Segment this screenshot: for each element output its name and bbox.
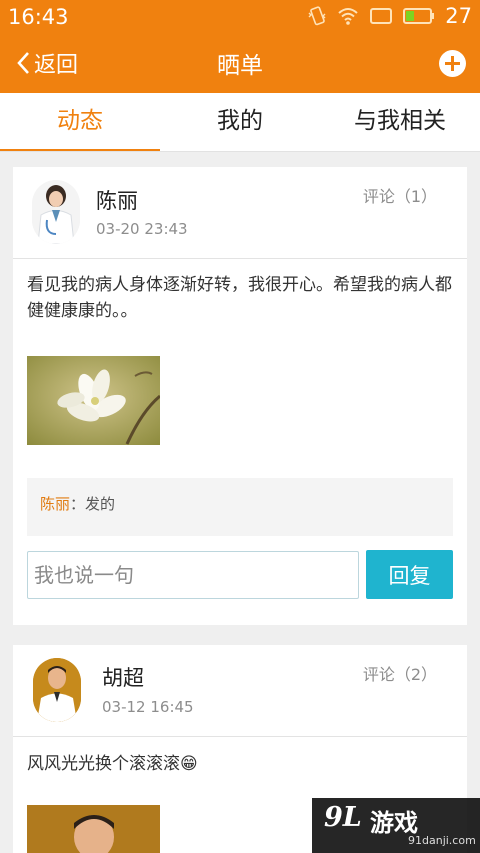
sim-icon bbox=[370, 8, 393, 24]
reply-separator: ： bbox=[70, 495, 86, 513]
tab-related[interactable]: 与我相关 bbox=[320, 93, 480, 151]
site-watermark: 9L 游戏 91danji.com bbox=[312, 798, 480, 853]
post-time: 03-12 16:45 bbox=[102, 698, 194, 716]
post-time: 03-20 23:43 bbox=[96, 220, 188, 238]
reply-author[interactable]: 陈丽 bbox=[40, 495, 70, 513]
post-image[interactable] bbox=[27, 356, 160, 445]
comment-count[interactable]: 评论（2） bbox=[363, 661, 437, 685]
watermark-url: 91danji.com bbox=[408, 834, 476, 847]
divider bbox=[13, 258, 467, 259]
vibrate-icon bbox=[308, 6, 326, 26]
tab-bar: 动态 我的 与我相关 bbox=[0, 93, 480, 152]
battery-level: 27 bbox=[445, 4, 472, 28]
post-content: 看见我的病人身体逐渐好转，我很开心。希望我的病人都健健康康的。。 bbox=[27, 275, 452, 321]
avatar[interactable] bbox=[33, 658, 81, 722]
author-name[interactable]: 胡超 bbox=[102, 662, 144, 692]
avatar[interactable] bbox=[32, 180, 80, 244]
wifi-icon bbox=[338, 8, 358, 25]
reply-input[interactable] bbox=[27, 551, 359, 599]
status-icons: 27 bbox=[307, 4, 472, 28]
add-icon[interactable] bbox=[439, 50, 466, 77]
reply-text: 发的 bbox=[85, 495, 116, 513]
reply-button[interactable]: 回复 bbox=[366, 550, 453, 599]
watermark-text: 游戏 bbox=[370, 809, 418, 837]
status-bar: 16:43 27 bbox=[0, 0, 480, 34]
tab-feed[interactable]: 动态 bbox=[0, 93, 160, 151]
battery-icon bbox=[403, 8, 435, 24]
page-title: 晒单 bbox=[217, 53, 263, 79]
post-image[interactable] bbox=[27, 805, 160, 853]
post-card: 陈丽 03-20 23:43 评论（1） 看见我的病人身体逐渐好转，我很开心。希… bbox=[13, 167, 467, 625]
nav-bar: 返回 晒单 bbox=[0, 34, 480, 93]
divider bbox=[13, 736, 467, 737]
status-time: 16:43 bbox=[8, 5, 69, 29]
watermark-logo: 9L bbox=[324, 802, 362, 833]
post-content: 风风光光换个滚滚滚😁 bbox=[27, 754, 198, 774]
author-name[interactable]: 陈丽 bbox=[96, 185, 138, 215]
comment-count[interactable]: 评论（1） bbox=[363, 183, 437, 207]
reply-list: 陈丽：发的 bbox=[27, 478, 453, 536]
tab-mine[interactable]: 我的 bbox=[160, 93, 320, 151]
